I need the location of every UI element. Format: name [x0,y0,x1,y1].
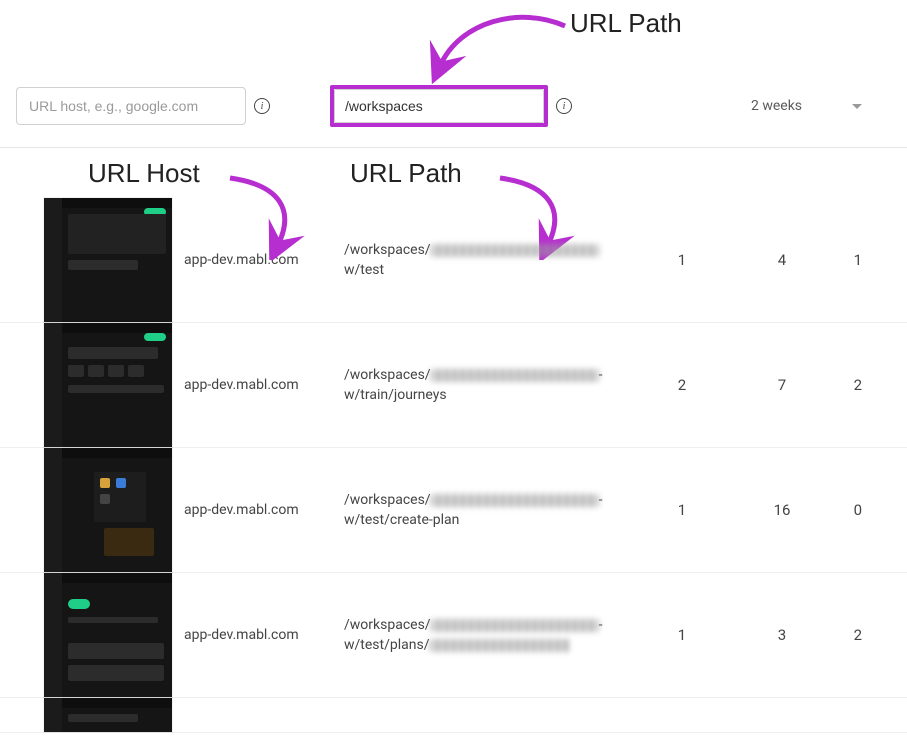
url-host-cell: app-dev.mabl.com [172,377,332,393]
metric-cell: 2 [832,626,892,644]
metric-cell: 7 [732,376,832,394]
redacted-text [431,619,599,632]
chevron-down-icon [852,104,862,109]
table-row[interactable]: app-dev.mabl.com /workspaces/-w/test/cre… [0,448,907,573]
url-host-cell: app-dev.mabl.com [172,627,332,643]
url-path-cell: /workspaces/-w/test/create-plan [332,490,632,531]
url-path-cell: /workspaces/w/test [332,240,632,281]
metric-cell: 1 [632,626,732,644]
metric-cell: 1 [632,501,732,519]
table-row[interactable]: app-dev.mabl.com /workspaces/-w/train/jo… [0,323,907,448]
url-path-input[interactable] [334,89,544,123]
results-list: app-dev.mabl.com /workspaces/w/test 1 4 … [0,148,907,733]
table-row[interactable]: app-dev.mabl.com /workspaces/-w/test/pla… [0,573,907,698]
filter-bar: i i 2 weeks [0,0,907,148]
table-row[interactable] [0,698,907,733]
redacted-text [431,244,599,257]
metric-cell: 2 [632,376,732,394]
info-icon[interactable]: i [254,98,270,114]
host-filter-group: i [16,87,270,125]
page-thumbnail[interactable] [44,198,172,322]
metric-cell: 1 [632,251,732,269]
url-path-cell: /workspaces/-w/train/journeys [332,365,632,406]
redacted-text [430,639,570,652]
metric-cell: 4 [732,251,832,269]
table-row[interactable]: app-dev.mabl.com /workspaces/w/test 1 4 … [0,198,907,323]
metric-cell: 3 [732,626,832,644]
page-thumbnail[interactable] [44,573,172,697]
page-thumbnail[interactable] [44,323,172,447]
metric-cell: 16 [732,501,832,519]
metric-cell: 1 [832,251,892,269]
url-host-input[interactable] [16,87,246,125]
redacted-text [431,494,599,507]
url-host-cell: app-dev.mabl.com [172,252,332,268]
metric-cell: 2 [832,376,892,394]
path-input-highlight [330,85,548,127]
redacted-text [431,369,599,382]
timerange-label: 2 weeks [751,98,802,114]
page-thumbnail[interactable] [44,698,172,732]
timerange-dropdown[interactable]: 2 weeks [741,92,891,120]
path-filter-group: i [330,85,572,127]
metric-cell: 0 [832,501,892,519]
url-path-cell: /workspaces/-w/test/plans/ [332,615,632,656]
url-host-cell: app-dev.mabl.com [172,502,332,518]
info-icon[interactable]: i [556,98,572,114]
page-thumbnail[interactable] [44,448,172,572]
